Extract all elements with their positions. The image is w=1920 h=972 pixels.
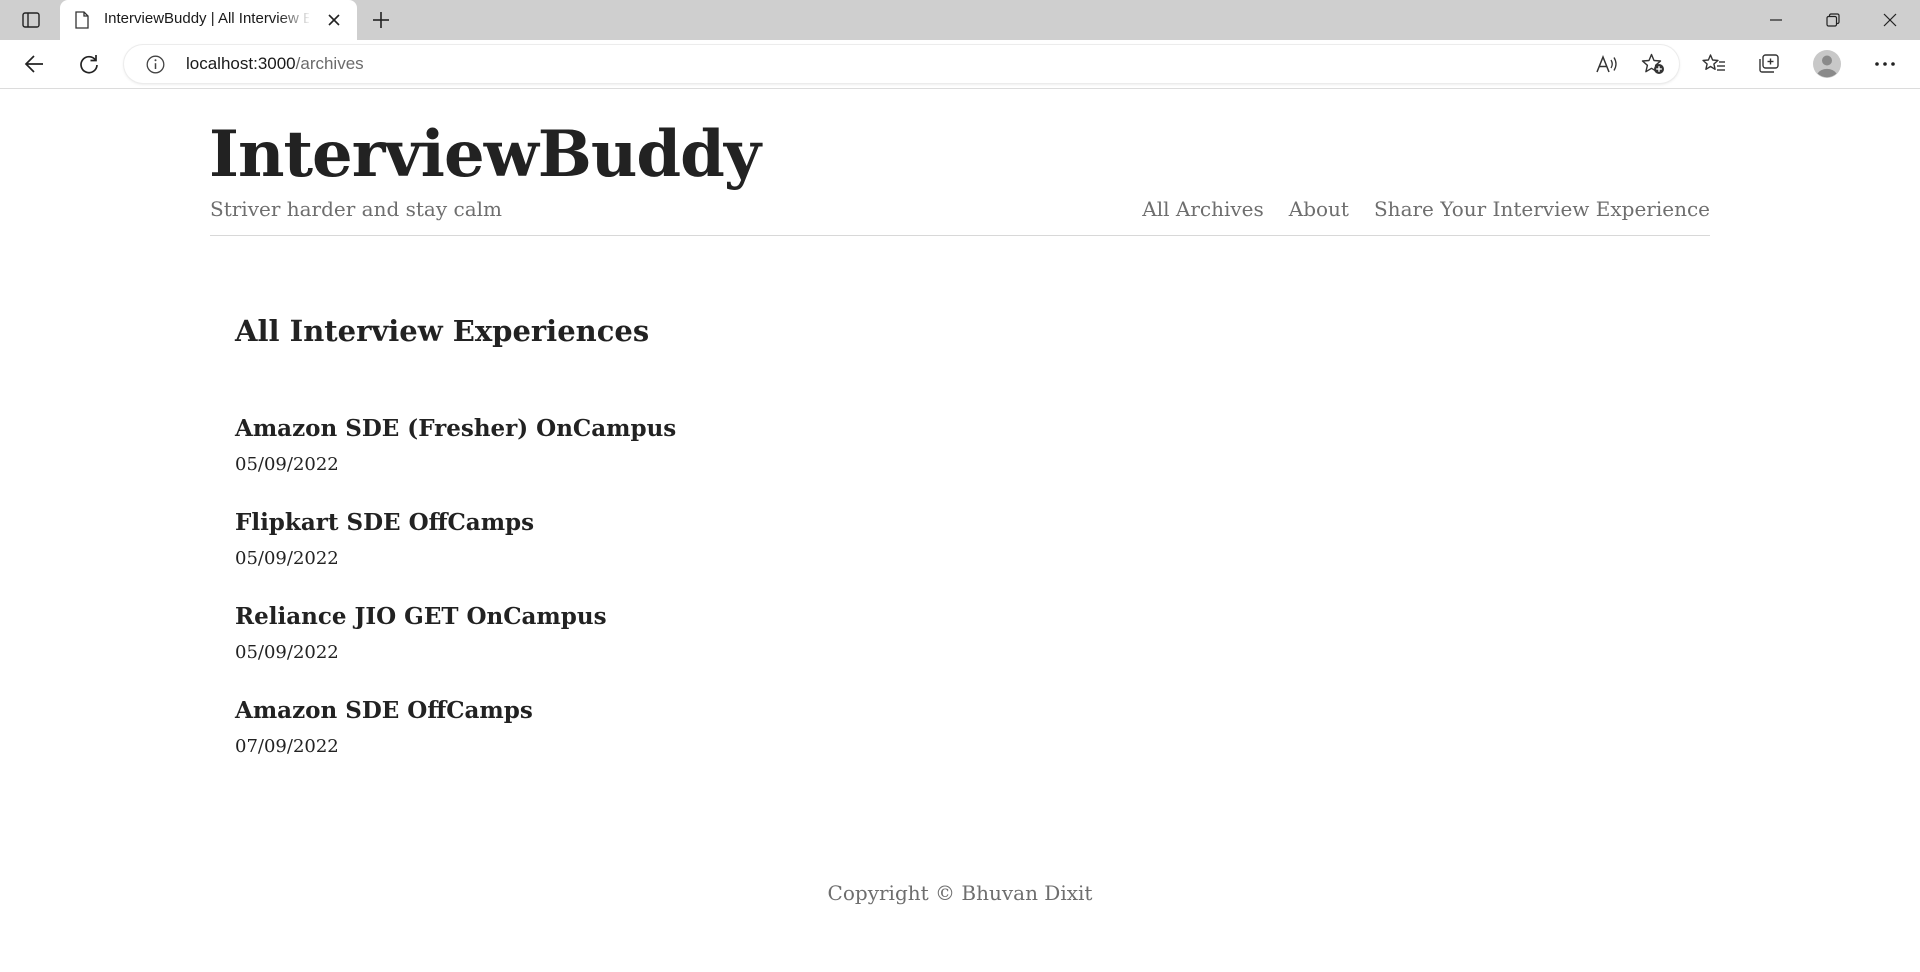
page-heading: All Interview Experiences [235, 314, 650, 348]
new-tab-button[interactable] [366, 6, 396, 34]
url-path: /archives [295, 54, 364, 73]
nav-link-share-experience[interactable]: Share Your Interview Experience [1374, 197, 1710, 221]
nav-link-about[interactable]: About [1289, 197, 1349, 221]
refresh-button[interactable] [72, 48, 106, 80]
url-host: localhost:3000 [186, 54, 296, 73]
minimize-icon [1770, 19, 1782, 21]
restore-icon [1826, 13, 1840, 27]
more-button[interactable] [1868, 48, 1902, 80]
address-bar[interactable]: localhost:3000/archives [124, 45, 1679, 83]
close-icon[interactable] [325, 11, 343, 29]
favorites-icon [1702, 54, 1725, 71]
back-button[interactable] [17, 48, 51, 80]
add-favorite-icon [1641, 53, 1664, 74]
url-text[interactable]: localhost:3000/archives [186, 54, 364, 74]
collections-button[interactable] [1752, 48, 1786, 80]
site-nav: All Archives About Share Your Interview … [1142, 197, 1710, 221]
post-date: 05/09/2022 [235, 454, 339, 475]
web-page: InterviewBuddy Striver harder and stay c… [0, 89, 1920, 972]
post-title-link[interactable]: Reliance JIO GET OnCampus [235, 602, 676, 632]
post-date: 07/09/2022 [235, 736, 339, 757]
post-title-link[interactable]: Flipkart SDE OffCamps [235, 508, 676, 538]
page-icon [75, 11, 89, 29]
tab-title-fade [279, 6, 311, 34]
post-date: 05/09/2022 [235, 642, 339, 663]
site-footer: Copyright © Bhuvan Dixit [827, 881, 1093, 905]
post-item: Flipkart SDE OffCamps 05/09/2022 [235, 508, 676, 602]
browser-tab-strip: InterviewBuddy | All Interview Experienc… [0, 0, 1920, 40]
post-title-link[interactable]: Amazon SDE OffCamps [235, 696, 676, 726]
favorites-button[interactable] [1697, 48, 1731, 80]
post-list: Amazon SDE (Fresher) OnCampus 05/09/2022… [235, 414, 676, 790]
header-divider [210, 235, 1710, 236]
restore-button[interactable] [1805, 0, 1861, 40]
info-icon[interactable] [146, 55, 165, 74]
more-icon [1875, 62, 1895, 66]
browser-tab-active[interactable]: InterviewBuddy | All Interview Experienc… [60, 0, 357, 40]
post-title-link[interactable]: Amazon SDE (Fresher) OnCampus [235, 414, 676, 444]
read-aloud-button[interactable] [1592, 49, 1622, 79]
post-date: 05/09/2022 [235, 548, 339, 569]
post-item: Reliance JIO GET OnCampus 05/09/2022 [235, 602, 676, 696]
read-aloud-icon [1596, 54, 1617, 73]
close-icon [1883, 13, 1897, 27]
post-item: Amazon SDE (Fresher) OnCampus 05/09/2022 [235, 414, 676, 508]
add-favorite-button[interactable] [1638, 49, 1668, 79]
tab-actions-button[interactable] [14, 6, 48, 34]
profile-avatar-icon [1813, 50, 1841, 78]
window-close-button[interactable] [1862, 0, 1918, 40]
browser-toolbar: localhost:3000/archives [0, 40, 1920, 89]
site-tagline: Striver harder and stay calm [210, 197, 503, 221]
post-item: Amazon SDE OffCamps 07/09/2022 [235, 696, 676, 790]
collections-icon [1759, 54, 1779, 73]
nav-link-all-archives[interactable]: All Archives [1142, 197, 1263, 221]
tab-actions-icon [22, 12, 40, 28]
refresh-icon [80, 55, 98, 74]
minimize-button[interactable] [1748, 0, 1804, 40]
site-title[interactable]: InterviewBuddy [209, 117, 761, 192]
profile-button[interactable] [1810, 48, 1844, 80]
plus-icon [373, 12, 389, 28]
back-arrow-icon [24, 55, 43, 73]
